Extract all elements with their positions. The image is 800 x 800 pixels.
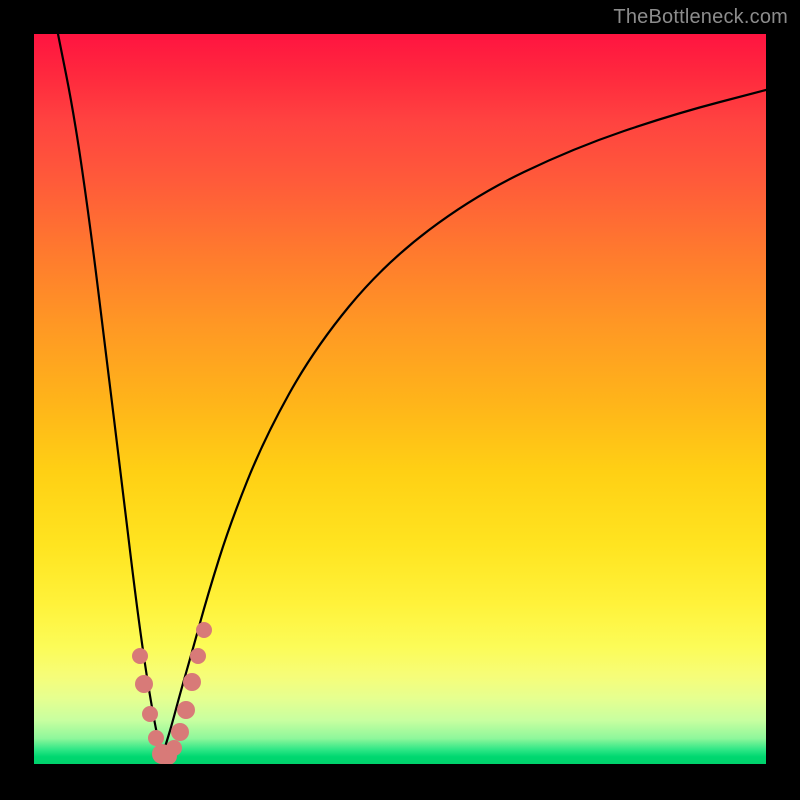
chart-frame: TheBottleneck.com [0, 0, 800, 800]
curve-left-arm [58, 34, 162, 756]
plot-area [34, 34, 766, 764]
data-marker [132, 648, 148, 664]
data-marker [166, 740, 182, 756]
data-marker [171, 723, 189, 741]
curve-layer [34, 34, 766, 764]
data-marker [196, 622, 212, 638]
data-marker [142, 706, 158, 722]
watermark-text: TheBottleneck.com [613, 6, 788, 29]
curve-right-arm [162, 90, 766, 756]
data-marker [148, 730, 164, 746]
data-marker [177, 701, 195, 719]
data-marker [183, 673, 201, 691]
data-marker [135, 675, 153, 693]
data-marker [190, 648, 206, 664]
curve-markers [132, 622, 212, 764]
